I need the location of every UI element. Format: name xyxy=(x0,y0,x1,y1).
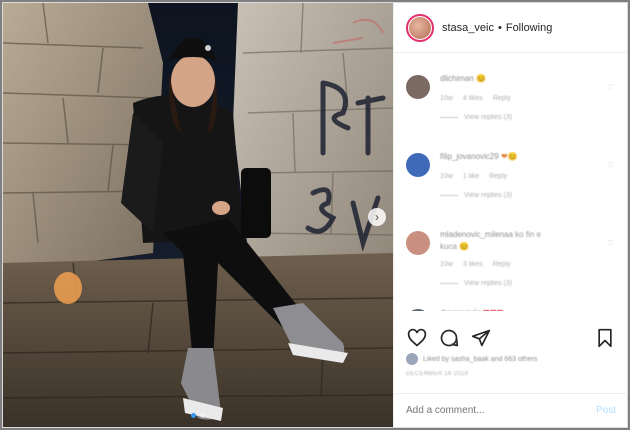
reply-button[interactable]: Reply xyxy=(493,261,511,268)
post-modal: › stasa_veic • Following dlichiman 😊 10w… xyxy=(2,2,628,428)
header-separator: • xyxy=(497,21,502,34)
comment-text: ❤😊 xyxy=(500,152,518,161)
comment-item: mladenovic_milenaa ko fin e kuca 😊 10w 3… xyxy=(394,217,628,295)
comment-username[interactable]: draganoviic xyxy=(440,308,481,311)
post-side-panel: stasa_veic • Following dlichiman 😊 10w 4… xyxy=(393,3,628,427)
comment-like-heart-icon[interactable]: ♡ xyxy=(607,161,614,170)
window-frame: › stasa_veic • Following dlichiman 😊 10w… xyxy=(0,0,630,430)
comment-text: ko fin e xyxy=(515,230,541,239)
comment-button[interactable] xyxy=(438,327,460,349)
chevron-right-icon: › xyxy=(375,210,379,224)
comment-time: 10w xyxy=(440,261,453,268)
paper-plane-icon xyxy=(471,329,491,347)
comment-avatar[interactable] xyxy=(406,309,430,311)
post-photo[interactable]: › xyxy=(3,3,393,427)
bookmark-icon xyxy=(598,328,612,348)
comment-item: dlichiman 😊 10w 4 likes Reply View repli… xyxy=(394,61,628,139)
reply-button[interactable]: Reply xyxy=(493,95,511,102)
comment-meta: 10w 4 likes Reply xyxy=(440,95,616,102)
carousel-dots xyxy=(191,413,205,418)
comment-text: ❤❤❤ xyxy=(483,308,503,311)
like-button[interactable] xyxy=(406,327,428,349)
post-date: DECEMBER 16 2019 xyxy=(406,371,469,377)
next-photo-button[interactable]: › xyxy=(368,208,386,226)
liked-by[interactable]: Liked by sasha_baak and 663 others xyxy=(406,353,537,365)
comments-list: dlichiman 😊 10w 4 likes Reply View repli… xyxy=(394,61,628,311)
comment-username[interactable]: mladenovic_milenaa xyxy=(440,230,513,239)
view-replies-button[interactable]: View replies (3) xyxy=(440,114,616,121)
comment-like-heart-icon[interactable]: ♡ xyxy=(607,239,614,248)
comment-avatar[interactable] xyxy=(406,231,430,255)
author-avatar[interactable] xyxy=(406,13,434,42)
comment-likes[interactable]: 3 likes xyxy=(463,261,483,268)
comment-bubble-icon xyxy=(440,329,459,347)
save-button[interactable] xyxy=(594,327,616,349)
comment-meta: 10w 1 like Reply xyxy=(440,173,616,180)
comment-username[interactable]: filip_jovanovic29 xyxy=(440,152,499,161)
liked-by-avatar xyxy=(406,353,418,365)
liked-by-text[interactable]: Liked by sasha_baak and 663 others xyxy=(423,356,537,363)
reply-button[interactable]: Reply xyxy=(489,173,507,180)
author-username[interactable]: stasa_veic xyxy=(442,22,494,34)
comment-likes[interactable]: 4 likes xyxy=(463,95,483,102)
post-comment-button[interactable]: Post xyxy=(596,405,616,416)
comment-username[interactable]: dlichiman xyxy=(440,74,474,83)
photo-image xyxy=(3,3,393,427)
heart-icon xyxy=(407,328,427,347)
add-comment-input[interactable] xyxy=(406,405,596,416)
comment-avatar[interactable] xyxy=(406,153,430,177)
comment-likes[interactable]: 1 like xyxy=(463,173,479,180)
post-actions xyxy=(394,321,628,355)
view-replies-button[interactable]: View replies (3) xyxy=(440,192,616,199)
comment-meta: 10w 3 likes Reply xyxy=(440,261,616,268)
view-replies-button[interactable]: View replies (3) xyxy=(440,280,616,287)
following-button[interactable]: Following xyxy=(506,22,552,34)
comment-like-heart-icon[interactable]: ♡ xyxy=(607,83,614,92)
comment-time: 10w xyxy=(440,173,453,180)
comment-item: draganoviic ❤❤❤ xyxy=(394,295,628,311)
carousel-dot xyxy=(200,413,205,418)
post-header: stasa_veic • Following xyxy=(394,3,627,53)
share-button[interactable] xyxy=(470,327,492,349)
comment-avatar[interactable] xyxy=(406,75,430,99)
comment-text: 😊 xyxy=(476,74,486,83)
comment-time: 10w xyxy=(440,95,453,102)
carousel-dot-active xyxy=(191,413,196,418)
comment-text-line-2: kuca 😊 xyxy=(440,242,470,251)
add-comment-bar: Post xyxy=(394,393,628,427)
comment-item: filip_jovanovic29 ❤😊 10w 1 like Reply Vi… xyxy=(394,139,628,217)
